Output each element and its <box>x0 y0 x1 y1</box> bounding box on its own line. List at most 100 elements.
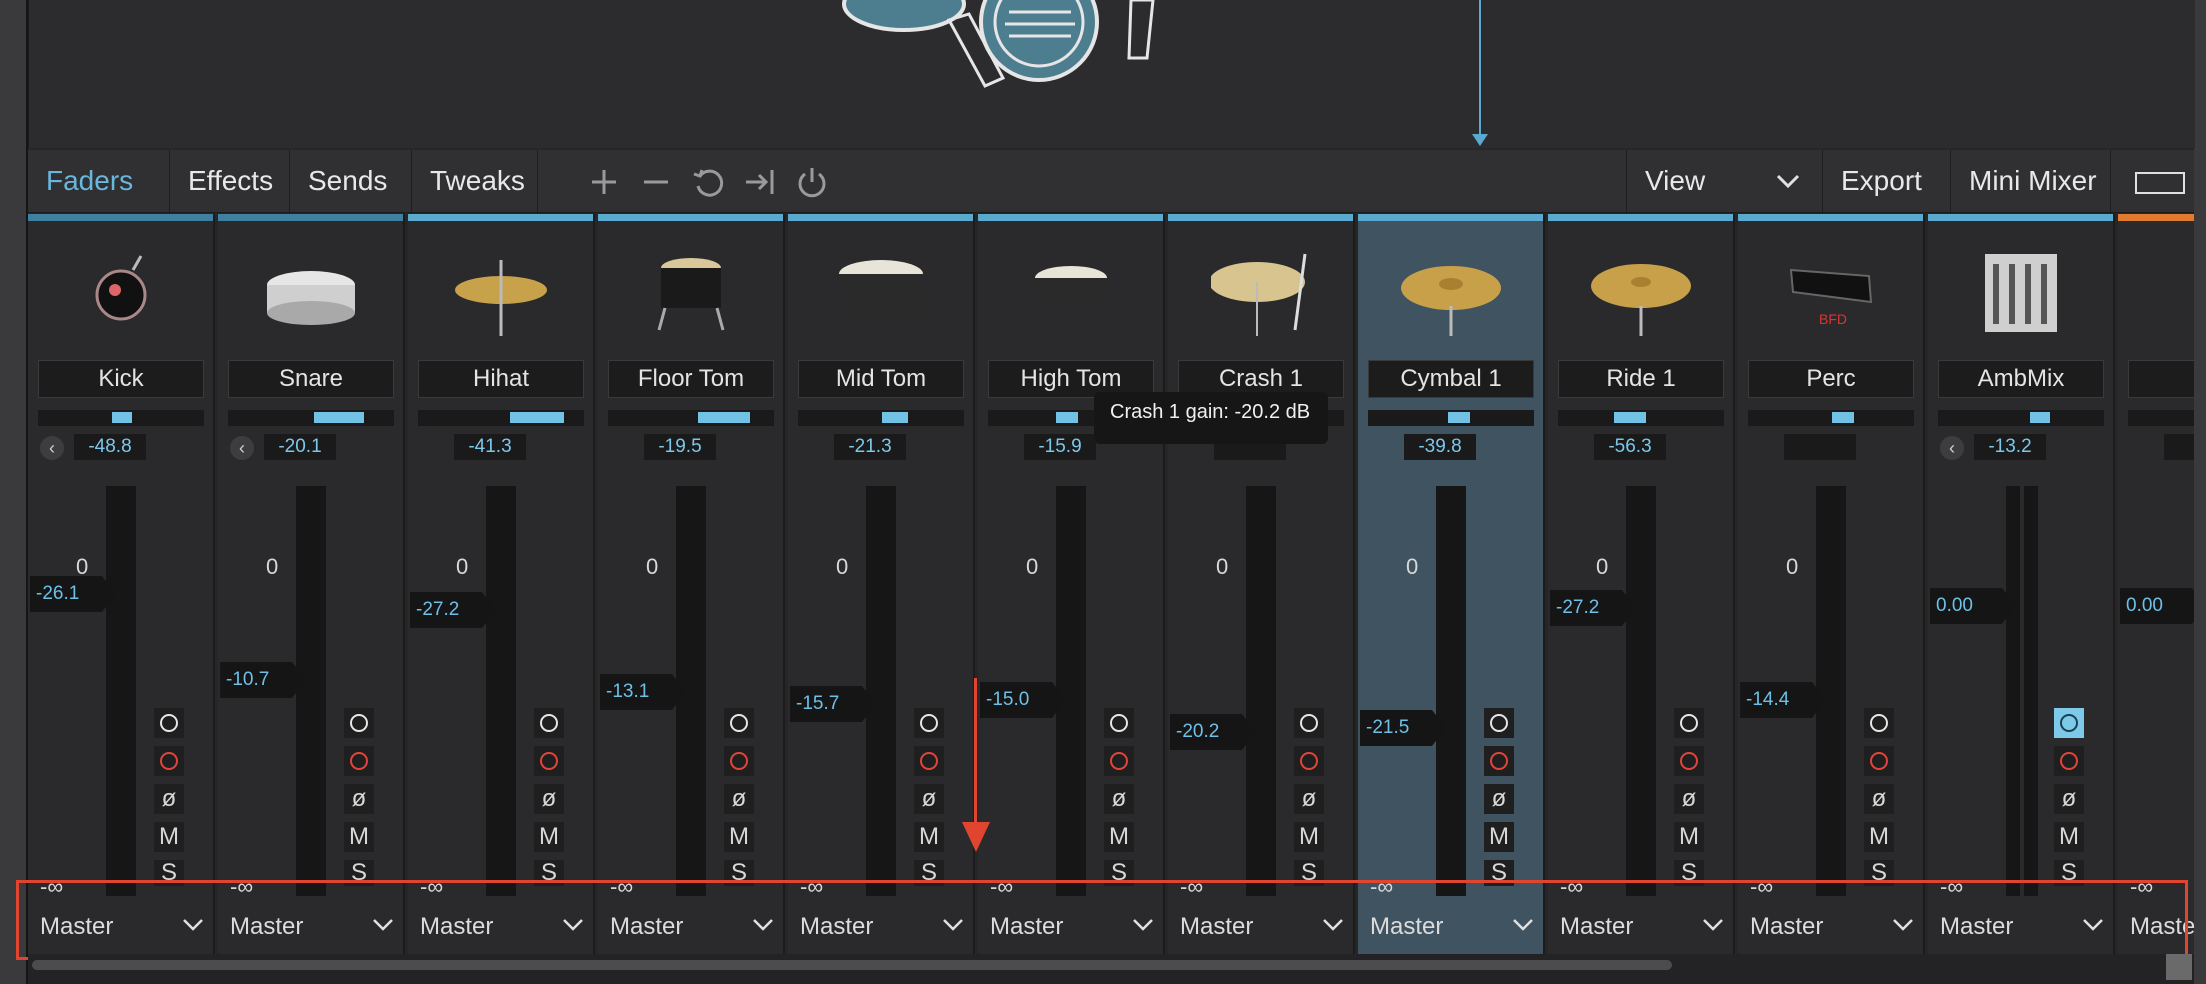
fader-handle[interactable]: -15.0 <box>980 682 1066 718</box>
channel-name[interactable]: Cymbal 1 <box>1368 360 1534 398</box>
record-arm-icon[interactable] <box>1294 708 1324 738</box>
record-arm-icon[interactable] <box>154 708 184 738</box>
gain-value[interactable]: -21.3 <box>834 434 906 460</box>
phase-button[interactable]: ø <box>914 784 944 814</box>
phase-button[interactable]: ø <box>154 784 184 814</box>
pan-slider[interactable] <box>1368 410 1534 426</box>
pan-slider[interactable] <box>608 410 774 426</box>
phase-button[interactable]: ø <box>1484 784 1514 814</box>
phase-button[interactable]: ø <box>2054 784 2084 814</box>
mute-button[interactable]: M <box>2054 822 2084 852</box>
channel-strip[interactable]: Hihat -41.3 0 -27.2 ø M S -∞ Master <box>408 214 595 954</box>
phase-button[interactable]: ø <box>1104 784 1134 814</box>
channel-name[interactable]: Snare <box>228 360 394 398</box>
fader-handle[interactable]: 0.00 <box>2120 588 2194 624</box>
channel-strip[interactable]: Snare ‹ -20.1 0 -10.7 ø M S -∞ Master <box>218 214 405 954</box>
mute-button[interactable]: M <box>344 822 374 852</box>
undo-icon[interactable] <box>690 164 726 200</box>
channel-strip[interactable]: Crash 1 0 -20.2 ø M S -∞ Master <box>1168 214 1355 954</box>
pan-slider[interactable] <box>228 410 394 426</box>
record-arm-icon[interactable] <box>1484 708 1514 738</box>
gain-value[interactable]: -19.5 <box>644 434 716 460</box>
channel-strip[interactable]: A0.00øMS-∞Maste <box>2118 214 2194 954</box>
mute-button[interactable]: M <box>1294 822 1324 852</box>
pan-slider[interactable] <box>1748 410 1914 426</box>
channel-strip[interactable]: Floor Tom -19.5 0 -13.1 ø M S -∞ Master <box>598 214 785 954</box>
tab-faders[interactable]: Faders <box>28 150 170 212</box>
channel-name[interactable]: Perc <box>1748 360 1914 398</box>
channel-name[interactable]: AmbMix <box>1938 360 2104 398</box>
mute-button[interactable]: M <box>1864 822 1894 852</box>
add-icon[interactable] <box>586 164 622 200</box>
channel-strip[interactable]: Kick ‹ -48.8 0 -26.1 ø M S -∞ Master <box>28 214 215 954</box>
pan-slider[interactable] <box>418 410 584 426</box>
mute-button[interactable]: M <box>154 822 184 852</box>
gain-value[interactable]: -20.1 <box>264 434 336 460</box>
phase-button[interactable]: ø <box>1864 784 1894 814</box>
fader-track[interactable] <box>106 486 136 896</box>
channel-name[interactable]: Floor Tom <box>608 360 774 398</box>
record-arm-icon[interactable] <box>344 708 374 738</box>
gain-value[interactable]: -56.3 <box>1594 434 1666 460</box>
link-icon[interactable] <box>2054 708 2084 738</box>
record-icon[interactable] <box>1484 746 1514 776</box>
channel-strip[interactable]: AmbMix ‹ -13.2 0.00 ø M S -∞ Master <box>1928 214 2115 954</box>
gain-value[interactable]: -39.8 <box>1404 434 1476 460</box>
phase-button[interactable]: ø <box>534 784 564 814</box>
chevron-left-icon[interactable]: ‹ <box>40 436 64 460</box>
fader-track-left[interactable] <box>2006 486 2020 896</box>
record-arm-icon[interactable] <box>914 708 944 738</box>
fader-track-right[interactable] <box>2024 486 2038 896</box>
export-button[interactable]: Export <box>1822 150 1950 212</box>
mute-button[interactable]: M <box>914 822 944 852</box>
channel-strip[interactable]: BFD Perc 0 -14.4 ø M S -∞ Master <box>1738 214 1925 954</box>
record-arm-icon[interactable] <box>1864 708 1894 738</box>
record-arm-icon[interactable] <box>1674 708 1704 738</box>
horizontal-scrollbar[interactable] <box>28 954 2194 984</box>
phase-button[interactable]: ø <box>1674 784 1704 814</box>
phase-button[interactable]: ø <box>1294 784 1324 814</box>
fader-handle[interactable]: -10.7 <box>220 662 306 698</box>
tab-sends[interactable]: Sends <box>290 150 412 212</box>
fader-handle[interactable]: 0.00 <box>1930 588 2016 624</box>
fader-handle[interactable]: -21.5 <box>1360 710 1446 746</box>
phase-button[interactable]: ø <box>724 784 754 814</box>
resize-corner[interactable] <box>2166 954 2192 980</box>
step-icon[interactable] <box>742 164 778 200</box>
pan-slider[interactable] <box>1938 410 2104 426</box>
power-icon[interactable] <box>794 164 830 200</box>
gain-value[interactable]: -41.3 <box>454 434 526 460</box>
record-icon[interactable] <box>2054 746 2084 776</box>
mute-button[interactable]: M <box>1484 822 1514 852</box>
mute-button[interactable]: M <box>724 822 754 852</box>
channel-name[interactable]: Mid Tom <box>798 360 964 398</box>
phase-button[interactable]: ø <box>344 784 374 814</box>
record-icon[interactable] <box>724 746 754 776</box>
record-arm-icon[interactable] <box>534 708 564 738</box>
fader-handle[interactable]: -20.2 <box>1170 714 1256 750</box>
scrollbar-thumb[interactable] <box>32 960 1672 970</box>
channel-name[interactable]: Ride 1 <box>1558 360 1724 398</box>
channel-strip[interactable]: Ride 1 -56.3 0 -27.2 ø M S -∞ Master <box>1548 214 1735 954</box>
fader-handle[interactable]: -15.7 <box>790 686 876 722</box>
mute-button[interactable]: M <box>1104 822 1134 852</box>
mini-mixer-button[interactable]: Mini Mixer <box>1950 150 2110 212</box>
gain-value[interactable]: -15.9 <box>1024 434 1096 460</box>
fader-track[interactable] <box>1246 486 1276 896</box>
fader-track[interactable] <box>1626 486 1656 896</box>
fader-track[interactable] <box>486 486 516 896</box>
pan-slider[interactable] <box>798 410 964 426</box>
channel-strip[interactable]: High Tom -15.9 0 -15.0 ø M S -∞ Master <box>978 214 1165 954</box>
gain-value[interactable]: -48.8 <box>74 434 146 460</box>
channel-strip[interactable]: Cymbal 1 -39.8 0 -21.5 ø M S -∞ Master <box>1358 214 1545 954</box>
pan-slider[interactable] <box>38 410 204 426</box>
chevron-left-icon[interactable]: ‹ <box>1940 436 1964 460</box>
record-icon[interactable] <box>914 746 944 776</box>
pan-slider[interactable] <box>1558 410 1724 426</box>
record-icon[interactable] <box>534 746 564 776</box>
window-icon[interactable] <box>2110 150 2194 212</box>
record-icon[interactable] <box>1294 746 1324 776</box>
channel-name[interactable]: Hihat <box>418 360 584 398</box>
gain-value[interactable] <box>1784 434 1856 460</box>
remove-icon[interactable] <box>638 164 674 200</box>
